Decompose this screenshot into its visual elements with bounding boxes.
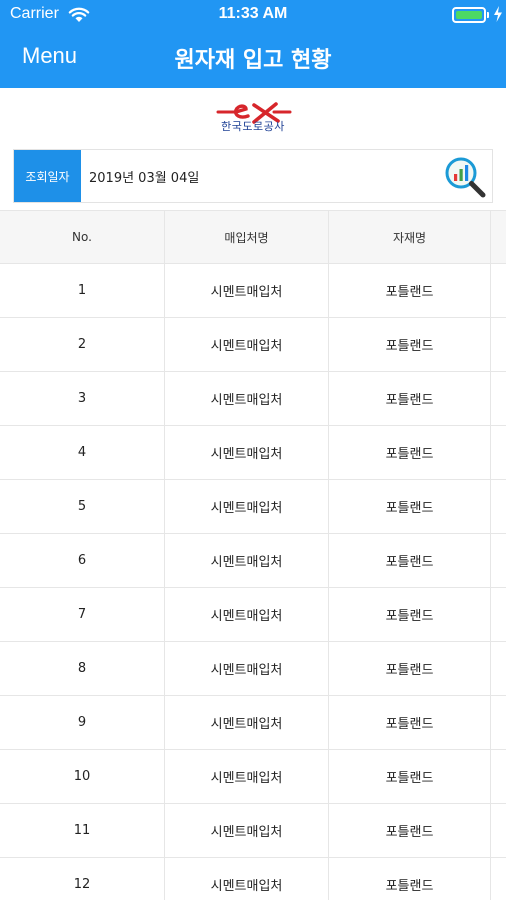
table-row[interactable]: 11 시멘트매입처 포틀랜드 — [0, 804, 506, 858]
table-row[interactable]: 3 시멘트매입처 포틀랜드 — [0, 372, 506, 426]
row-no-cell: 9 — [0, 696, 165, 749]
row-supplier-cell: 시멘트매입처 — [165, 264, 329, 317]
row-material-cell: 포틀랜드 — [329, 372, 491, 425]
row-material-cell: 포틀랜드 — [329, 480, 491, 533]
row-overflow-cell — [491, 372, 506, 425]
page-title: 원자재 입고 현황 — [174, 48, 332, 73]
table-row[interactable]: 7 시멘트매입처 포틀랜드 — [0, 588, 506, 642]
row-no-cell: 1 — [0, 264, 165, 317]
row-material-cell: 포틀랜드 — [329, 750, 491, 803]
row-no-cell: 5 — [0, 480, 165, 533]
material-receipt-table: No. 매입처명 자재명 1 시멘트매입처 포틀랜드 2 시멘트매입처 포틀랜드 3 시멘트매… — [0, 210, 506, 900]
table-body: 1 시멘트매입처 포틀랜드 2 시멘트매입처 포틀랜드 3 시멘트매입처 포틀랜드 4 시멘트매입처… — [0, 264, 506, 900]
row-overflow-cell — [491, 480, 506, 533]
row-overflow-cell — [491, 642, 506, 695]
row-supplier-cell: 시멘트매입처 — [165, 642, 329, 695]
row-supplier-cell: 시멘트매입처 — [165, 372, 329, 425]
row-overflow-cell — [491, 534, 506, 587]
row-no-cell: 10 — [0, 750, 165, 803]
row-material-cell: 포틀랜드 — [329, 804, 491, 857]
column-header-overflow — [491, 211, 506, 263]
row-overflow-cell — [491, 858, 506, 900]
chart-magnifier-icon[interactable] — [442, 154, 488, 200]
row-no-cell: 2 — [0, 318, 165, 371]
search-date-field[interactable]: 2019년 03월 04일 — [89, 167, 199, 186]
row-material-cell: 포틀랜드 — [329, 534, 491, 587]
row-overflow-cell — [491, 588, 506, 641]
logo-text: 한국도로공사 — [221, 120, 285, 133]
row-supplier-cell: 시멘트매입처 — [165, 480, 329, 533]
row-supplier-cell: 시멘트매입처 — [165, 804, 329, 857]
battery-tip — [487, 12, 489, 18]
row-material-cell: 포틀랜드 — [329, 858, 491, 900]
table-header-row: No. 매입처명 자재명 — [0, 210, 506, 264]
row-supplier-cell: 시멘트매입처 — [165, 318, 329, 371]
table-row[interactable]: 4 시멘트매입처 포틀랜드 — [0, 426, 506, 480]
battery-level-fill — [456, 11, 482, 19]
top-bar: Carrier 11:33 AM Menu 원자재 입고 현황 — [0, 0, 506, 88]
row-material-cell: 포틀랜드 — [329, 588, 491, 641]
row-material-cell: 포틀랜드 — [329, 642, 491, 695]
row-overflow-cell — [491, 696, 506, 749]
row-no-cell: 8 — [0, 642, 165, 695]
row-no-cell: 12 — [0, 858, 165, 900]
column-header-material: 자재명 — [329, 211, 491, 263]
status-bar: Carrier 11:33 AM — [0, 0, 506, 30]
row-material-cell: 포틀랜드 — [329, 264, 491, 317]
row-overflow-cell — [491, 750, 506, 803]
row-material-cell: 포틀랜드 — [329, 696, 491, 749]
table-row[interactable]: 9 시멘트매입처 포틀랜드 — [0, 696, 506, 750]
row-supplier-cell: 시멘트매입처 — [165, 534, 329, 587]
search-date-label: 조회일자 — [14, 150, 81, 202]
row-no-cell: 11 — [0, 804, 165, 857]
row-supplier-cell: 시멘트매입처 — [165, 750, 329, 803]
row-material-cell: 포틀랜드 — [329, 318, 491, 371]
row-no-cell: 6 — [0, 534, 165, 587]
row-no-cell: 3 — [0, 372, 165, 425]
row-overflow-cell — [491, 426, 506, 479]
row-no-cell: 4 — [0, 426, 165, 479]
row-no-cell: 7 — [0, 588, 165, 641]
row-overflow-cell — [491, 804, 506, 857]
charging-bolt-icon — [494, 6, 502, 22]
table-row[interactable]: 2 시멘트매입처 포틀랜드 — [0, 318, 506, 372]
table-row[interactable]: 1 시멘트매입처 포틀랜드 — [0, 264, 506, 318]
row-supplier-cell: 시멘트매입처 — [165, 858, 329, 900]
row-overflow-cell — [491, 318, 506, 371]
table-row[interactable]: 10 시멘트매입처 포틀랜드 — [0, 750, 506, 804]
row-supplier-cell: 시멘트매입처 — [165, 426, 329, 479]
row-supplier-cell: 시멘트매입처 — [165, 696, 329, 749]
table-row[interactable]: 12 시멘트매입처 포틀랜드 — [0, 858, 506, 900]
table-row[interactable]: 5 시멘트매입처 포틀랜드 — [0, 480, 506, 534]
battery-icon — [452, 7, 486, 23]
column-header-supplier: 매입처명 — [165, 211, 329, 263]
column-header-no: No. — [0, 211, 165, 263]
table-row[interactable]: 6 시멘트매입처 포틀랜드 — [0, 534, 506, 588]
app-screen: Carrier 11:33 AM Menu 원자재 입고 현황 한국도로공사 조… — [0, 0, 506, 900]
search-row: 조회일자 2019년 03월 04일 — [13, 149, 493, 203]
status-time: 11:33 AM — [218, 5, 288, 22]
row-overflow-cell — [491, 264, 506, 317]
row-supplier-cell: 시멘트매입처 — [165, 588, 329, 641]
row-material-cell: 포틀랜드 — [329, 426, 491, 479]
table-row[interactable]: 8 시멘트매입처 포틀랜드 — [0, 642, 506, 696]
